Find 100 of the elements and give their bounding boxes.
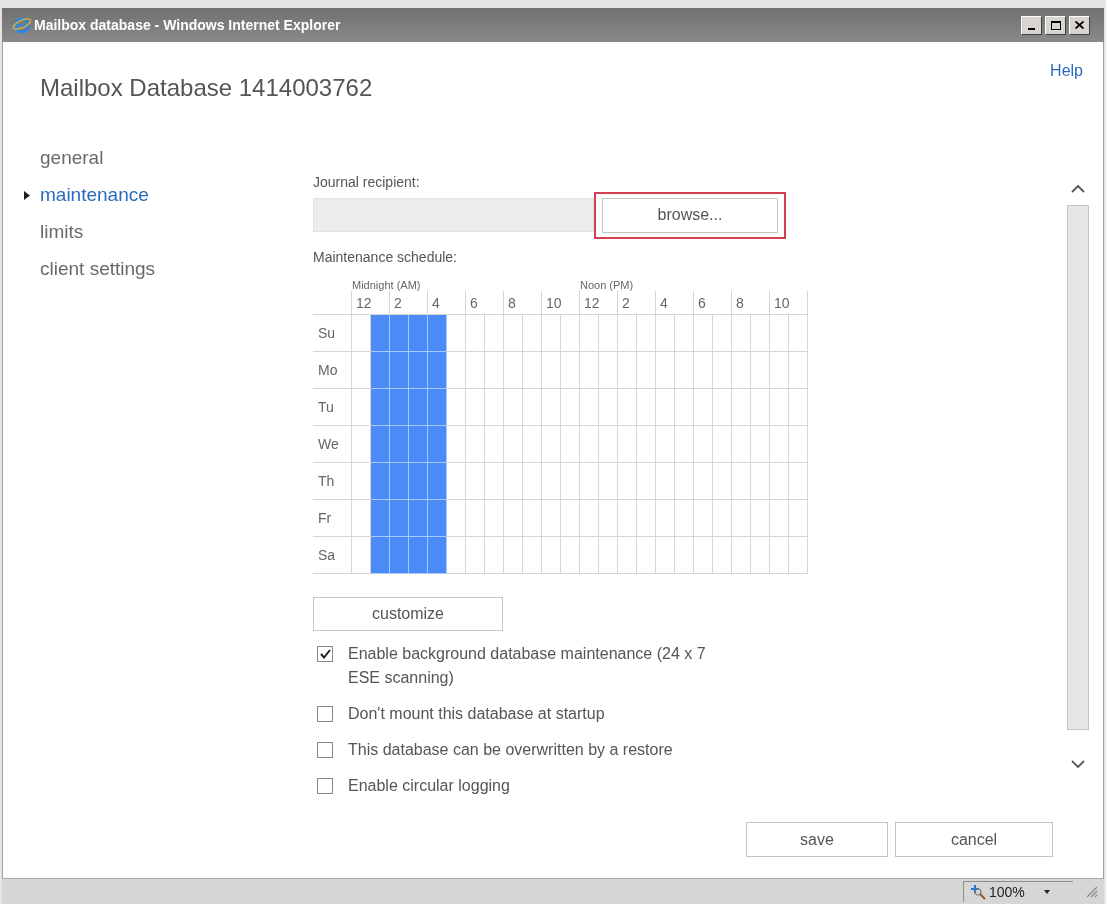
schedule-cell[interactable] bbox=[599, 463, 618, 500]
schedule-cell[interactable] bbox=[770, 500, 789, 537]
schedule-cell[interactable] bbox=[656, 315, 675, 352]
save-button[interactable]: save bbox=[746, 822, 888, 857]
schedule-cell[interactable] bbox=[466, 389, 485, 426]
schedule-cell[interactable] bbox=[694, 352, 713, 389]
schedule-cell[interactable] bbox=[675, 463, 694, 500]
schedule-cell[interactable] bbox=[561, 537, 580, 574]
schedule-cell[interactable] bbox=[390, 352, 409, 389]
schedule-cell[interactable] bbox=[694, 537, 713, 574]
schedule-cell[interactable] bbox=[504, 389, 523, 426]
schedule-cell[interactable] bbox=[732, 352, 751, 389]
schedule-cell[interactable] bbox=[523, 500, 542, 537]
schedule-cell[interactable] bbox=[637, 426, 656, 463]
schedule-cell[interactable] bbox=[580, 500, 599, 537]
schedule-cell[interactable] bbox=[675, 389, 694, 426]
schedule-cell[interactable] bbox=[599, 352, 618, 389]
schedule-cell[interactable] bbox=[447, 537, 466, 574]
schedule-cell[interactable] bbox=[523, 463, 542, 500]
schedule-cell[interactable] bbox=[352, 352, 371, 389]
schedule-cell[interactable] bbox=[390, 537, 409, 574]
schedule-cell[interactable] bbox=[504, 537, 523, 574]
schedule-cell[interactable] bbox=[599, 426, 618, 463]
schedule-cell[interactable] bbox=[371, 389, 390, 426]
schedule-cell[interactable] bbox=[751, 389, 770, 426]
schedule-cell[interactable] bbox=[713, 389, 732, 426]
schedule-cell[interactable] bbox=[713, 537, 732, 574]
resize-grip-icon[interactable] bbox=[1085, 885, 1098, 898]
schedule-cell[interactable] bbox=[656, 537, 675, 574]
schedule-cell[interactable] bbox=[789, 500, 808, 537]
schedule-cell[interactable] bbox=[466, 352, 485, 389]
schedule-cell[interactable] bbox=[694, 463, 713, 500]
schedule-cell[interactable] bbox=[618, 537, 637, 574]
customize-button[interactable]: customize bbox=[313, 597, 503, 631]
schedule-cell[interactable] bbox=[371, 463, 390, 500]
schedule-cell[interactable] bbox=[789, 537, 808, 574]
schedule-cell[interactable] bbox=[580, 537, 599, 574]
schedule-cell[interactable] bbox=[523, 315, 542, 352]
schedule-cell[interactable] bbox=[713, 352, 732, 389]
schedule-cell[interactable] bbox=[561, 426, 580, 463]
schedule-cell[interactable] bbox=[656, 426, 675, 463]
checkbox[interactable] bbox=[317, 646, 333, 662]
schedule-cell[interactable] bbox=[580, 426, 599, 463]
schedule-cell[interactable] bbox=[390, 389, 409, 426]
schedule-cell[interactable] bbox=[561, 352, 580, 389]
schedule-cell[interactable] bbox=[428, 537, 447, 574]
schedule-cell[interactable] bbox=[789, 463, 808, 500]
schedule-cell[interactable] bbox=[732, 463, 751, 500]
schedule-cell[interactable] bbox=[542, 537, 561, 574]
schedule-cell[interactable] bbox=[466, 315, 485, 352]
schedule-cell[interactable] bbox=[656, 352, 675, 389]
schedule-cell[interactable] bbox=[428, 500, 447, 537]
schedule-cell[interactable] bbox=[466, 537, 485, 574]
schedule-cell[interactable] bbox=[637, 315, 656, 352]
close-button[interactable] bbox=[1069, 15, 1090, 35]
schedule-cell[interactable] bbox=[656, 500, 675, 537]
schedule-cell[interactable] bbox=[485, 537, 504, 574]
schedule-cell[interactable] bbox=[561, 315, 580, 352]
schedule-cell[interactable] bbox=[694, 426, 713, 463]
schedule-cell[interactable] bbox=[428, 426, 447, 463]
schedule-cell[interactable] bbox=[770, 352, 789, 389]
schedule-cell[interactable] bbox=[789, 352, 808, 389]
schedule-cell[interactable] bbox=[675, 352, 694, 389]
schedule-cell[interactable] bbox=[656, 389, 675, 426]
schedule-cell[interactable] bbox=[637, 537, 656, 574]
schedule-cell[interactable] bbox=[618, 389, 637, 426]
schedule-cell[interactable] bbox=[504, 500, 523, 537]
schedule-cell[interactable] bbox=[542, 352, 561, 389]
nav-item[interactable]: maintenance bbox=[24, 177, 149, 214]
schedule-cell[interactable] bbox=[523, 426, 542, 463]
schedule-cell[interactable] bbox=[751, 315, 770, 352]
chevron-down-icon[interactable] bbox=[1071, 760, 1085, 769]
schedule-cell[interactable] bbox=[428, 463, 447, 500]
schedule-cell[interactable] bbox=[447, 315, 466, 352]
schedule-cell[interactable] bbox=[561, 500, 580, 537]
schedule-cell[interactable] bbox=[409, 463, 428, 500]
schedule-cell[interactable] bbox=[789, 315, 808, 352]
schedule-cell[interactable] bbox=[447, 463, 466, 500]
schedule-cell[interactable] bbox=[675, 426, 694, 463]
schedule-cell[interactable] bbox=[713, 500, 732, 537]
schedule-cell[interactable] bbox=[618, 352, 637, 389]
schedule-cell[interactable] bbox=[504, 315, 523, 352]
schedule-cell[interactable] bbox=[675, 537, 694, 574]
schedule-cell[interactable] bbox=[637, 389, 656, 426]
schedule-cell[interactable] bbox=[732, 500, 751, 537]
schedule-cell[interactable] bbox=[371, 426, 390, 463]
schedule-cell[interactable] bbox=[789, 426, 808, 463]
schedule-cell[interactable] bbox=[770, 389, 789, 426]
schedule-cell[interactable] bbox=[599, 315, 618, 352]
nav-item[interactable]: limits bbox=[24, 214, 84, 251]
schedule-cell[interactable] bbox=[580, 315, 599, 352]
schedule-cell[interactable] bbox=[751, 352, 770, 389]
checkbox[interactable] bbox=[317, 706, 333, 722]
schedule-cell[interactable] bbox=[713, 463, 732, 500]
schedule-cell[interactable] bbox=[713, 426, 732, 463]
chevron-up-icon[interactable] bbox=[1071, 184, 1085, 193]
schedule-cell[interactable] bbox=[371, 537, 390, 574]
help-link[interactable]: Help bbox=[1050, 60, 1083, 82]
schedule-cell[interactable] bbox=[751, 463, 770, 500]
schedule-cell[interactable] bbox=[409, 389, 428, 426]
